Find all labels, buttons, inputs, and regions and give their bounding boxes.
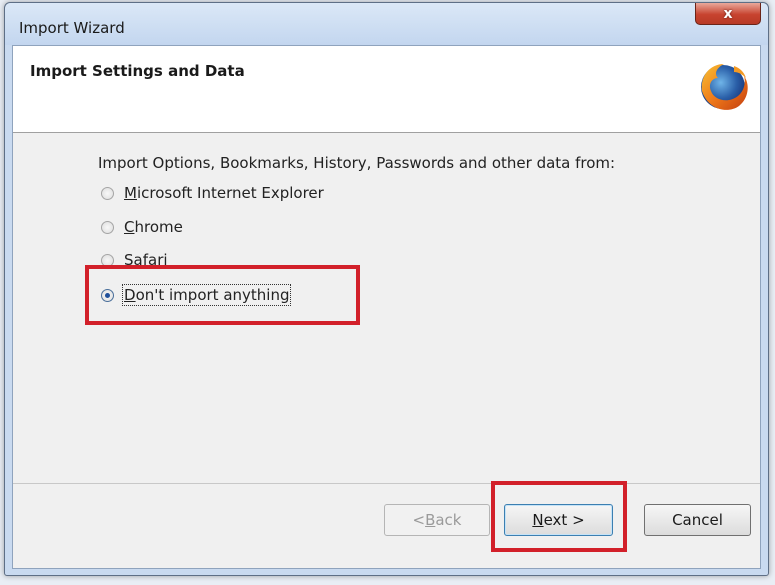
radio-button[interactable] — [101, 220, 114, 234]
import-prompt: Import Options, Bookmarks, History, Pass… — [98, 154, 616, 172]
option-label: Chrome — [124, 218, 183, 236]
annotation-highlight-next — [491, 481, 627, 552]
option-label: Microsoft Internet Explorer — [124, 184, 324, 202]
page-title: Import Settings and Data — [30, 62, 245, 80]
wizard-client-area: Import Settings and Data Import Options,… — [12, 45, 761, 569]
option-chrome[interactable]: Chrome — [101, 218, 183, 236]
close-icon: x — [723, 5, 733, 22]
title-bar[interactable]: Import Wizard x — [5, 3, 768, 45]
option-internet-explorer[interactable]: Microsoft Internet Explorer — [101, 184, 324, 202]
firefox-icon — [701, 64, 748, 110]
import-wizard-window: Import Wizard x Import Settings and Data — [4, 2, 769, 576]
footer-divider — [13, 483, 760, 484]
radio-button[interactable] — [101, 186, 114, 200]
close-button[interactable]: x — [695, 3, 761, 25]
wizard-header: Import Settings and Data — [13, 46, 760, 133]
window-title: Import Wizard — [19, 19, 125, 37]
cancel-button[interactable]: Cancel — [644, 504, 751, 536]
annotation-highlight-option — [85, 265, 360, 325]
back-button[interactable]: < Back — [384, 504, 490, 536]
